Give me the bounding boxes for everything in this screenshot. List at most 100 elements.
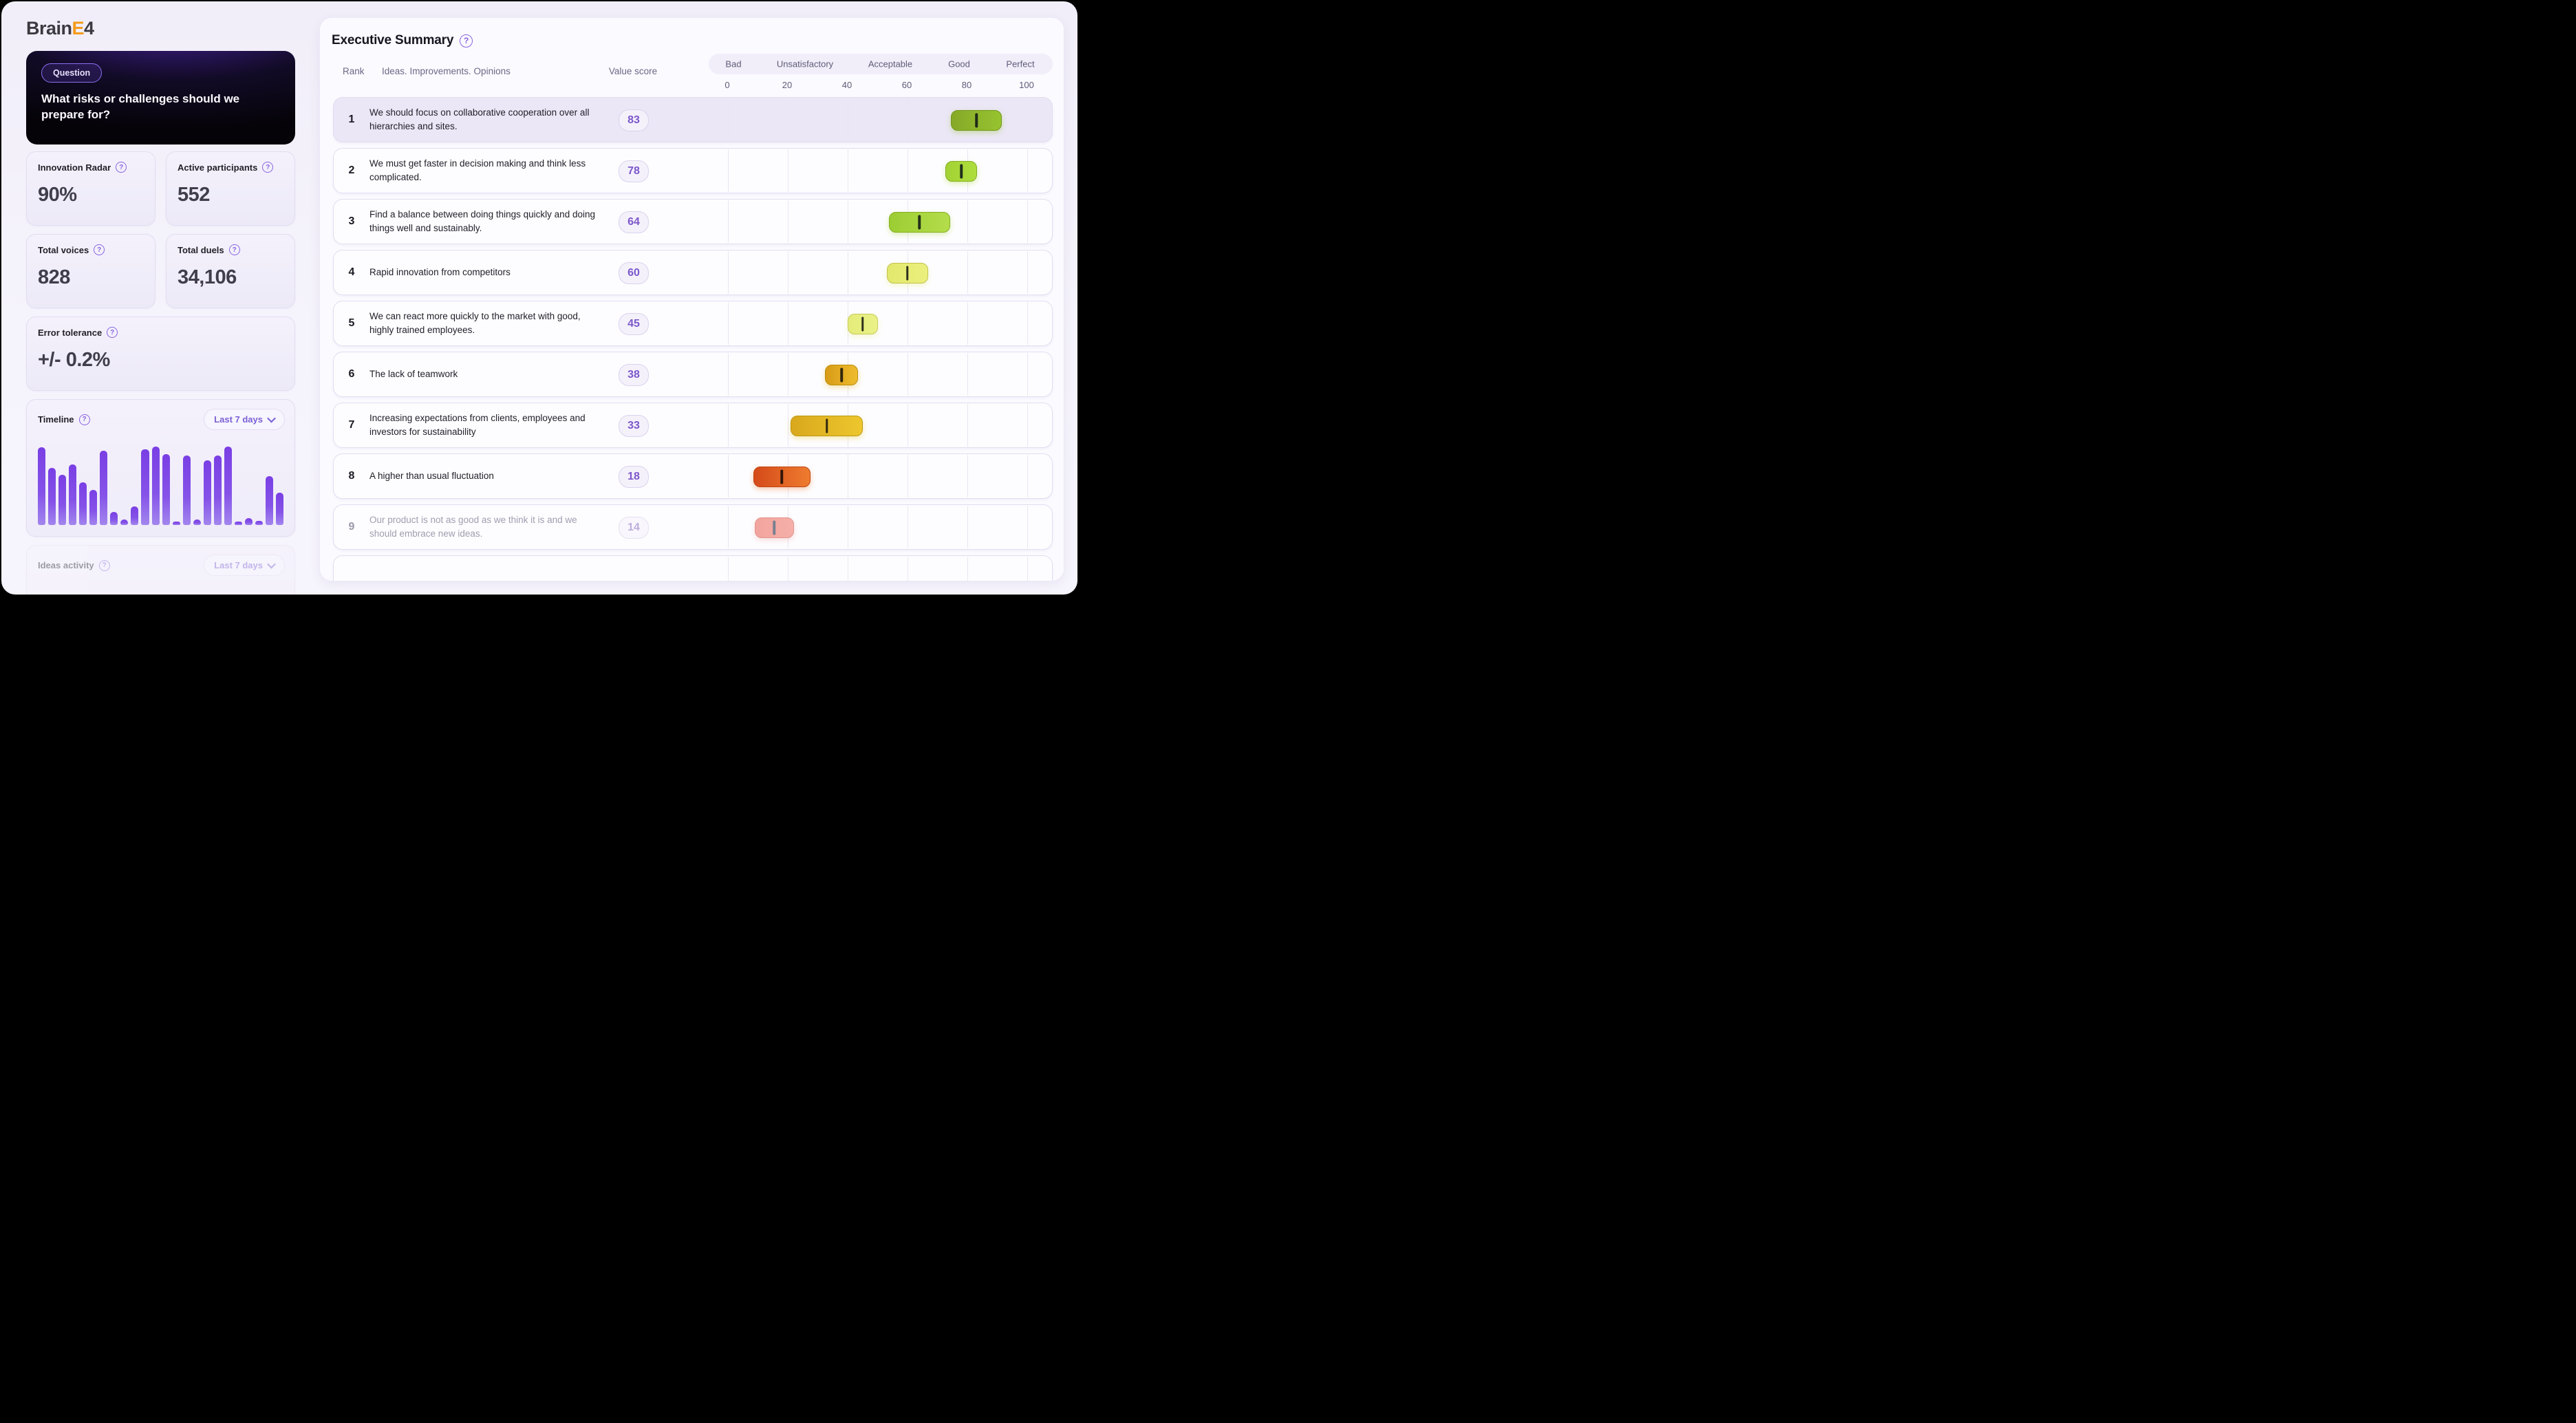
bar (58, 475, 67, 525)
stat-label: Total voices (38, 244, 89, 255)
bar (48, 467, 56, 525)
value-score-badge: 33 (619, 415, 649, 437)
bar (151, 446, 160, 525)
stat-value: 34,106 (178, 266, 237, 288)
bar (193, 520, 201, 525)
scale-label: Good (948, 58, 970, 69)
table-row[interactable]: 4 Rapid innovation from competitors 60 (333, 250, 1053, 295)
table-row[interactable]: 9 Our product is not as good as we think … (333, 504, 1053, 550)
bar (172, 521, 180, 525)
bar (120, 520, 129, 525)
stat-card-total-duels: Total duels ? 34,106 (166, 234, 295, 308)
ideas-activity-range-value: Last 7 days (214, 560, 263, 570)
gridline (967, 302, 968, 345)
row-rank: 3 (348, 215, 355, 227)
scale-header: Bad Unsatisfactory Acceptable Good Perfect (709, 54, 1053, 74)
score-range-pill (755, 517, 794, 538)
column-header-rank: Rank (343, 66, 365, 76)
scale-label: Perfect (1006, 58, 1035, 69)
axis-tick: 80 (961, 80, 972, 90)
table-row[interactable]: 3 Find a balance between doing things qui… (333, 199, 1053, 244)
help-icon[interactable]: ? (262, 162, 274, 173)
stat-label: Innovation Radar (38, 162, 111, 173)
row-idea-text: Our product is not as good as we think i… (369, 515, 577, 539)
row-idea-text: Find a balance between doing things quic… (369, 209, 595, 233)
axis-tick: 40 (841, 80, 852, 90)
value-score-badge: 18 (619, 466, 649, 488)
stat-value: 828 (38, 266, 70, 288)
median-line (825, 418, 828, 434)
row-rank: 4 (348, 266, 355, 278)
stat-value: +/- 0.2% (38, 349, 110, 371)
row-rank (341, 556, 363, 581)
axis-tick: 100 (1019, 80, 1034, 90)
ideas-activity-card: Ideas activity ? Last 7 days (26, 545, 295, 595)
ideas-activity-range-dropdown[interactable]: Last 7 days (204, 555, 285, 576)
axis-tick: 20 (782, 80, 793, 90)
row-rank: 1 (348, 114, 355, 125)
table-row[interactable]: 5 We can react more quickly to the market… (333, 301, 1053, 346)
row-rank: 9 (348, 521, 355, 533)
row-idea-text: A higher than usual fluctuation (369, 471, 494, 482)
stat-label: Total duels (178, 244, 224, 255)
median-line (960, 164, 963, 179)
gridline (1027, 251, 1028, 294)
help-icon[interactable]: ? (98, 559, 110, 571)
stat-card-total-voices: Total voices ? 828 (26, 234, 155, 308)
row-idea-text: We should focus on collaborative coopera… (369, 107, 590, 131)
table-row[interactable]: 2 We must get faster in decision making a… (333, 148, 1053, 193)
score-range-pill (886, 263, 929, 283)
gridline (1027, 557, 1028, 581)
value-score-badge: 78 (619, 160, 649, 182)
timeline-range-value: Last 7 days (214, 414, 263, 425)
gridline (728, 353, 729, 396)
median-line (840, 367, 844, 383)
help-icon[interactable]: ? (228, 244, 240, 255)
table-row[interactable]: 1 We should focus on collaborative cooper… (333, 97, 1053, 142)
gridline (728, 455, 729, 497)
score-range-pill (945, 161, 978, 182)
value-score-badge: 83 (619, 109, 649, 131)
row-idea-text: We must get faster in decision making an… (369, 158, 586, 182)
table-row[interactable]: 8 A higher than usual fluctuation 18 (333, 453, 1053, 499)
bar (266, 475, 274, 525)
gridline (728, 557, 729, 581)
gridline (967, 455, 968, 497)
median-line (906, 266, 909, 281)
table-row[interactable] (333, 555, 1053, 581)
help-icon[interactable]: ? (107, 327, 118, 338)
row-idea-text: Increasing expectations from clients, em… (369, 413, 586, 437)
timeline-range-dropdown[interactable]: Last 7 days (204, 409, 285, 430)
stat-value: 90% (38, 184, 77, 206)
gridline (967, 506, 968, 548)
brand-prefix: Brain (26, 18, 72, 39)
gridline (1027, 200, 1028, 243)
score-range-pill (888, 212, 950, 233)
value-score-badge: 45 (619, 313, 649, 335)
stat-label: Error tolerance (38, 327, 103, 338)
table-row[interactable]: 7 Increasing expectations from clients, e… (333, 403, 1053, 448)
value-score-badge: 60 (619, 262, 649, 284)
chevron-down-icon (267, 559, 276, 569)
table-row[interactable]: 6 The lack of teamwork 38 (333, 352, 1053, 397)
axis-tick: 0 (724, 80, 730, 90)
help-icon[interactable]: ? (116, 162, 127, 173)
help-icon[interactable]: ? (460, 34, 473, 47)
row-rank: 5 (348, 317, 355, 329)
help-icon[interactable]: ? (94, 244, 105, 255)
question-chip: Question (41, 63, 103, 83)
column-header-ideas: Ideas. Improvements. Opinions (382, 66, 511, 76)
gridline (728, 302, 729, 345)
bar (110, 511, 118, 525)
bar (234, 521, 242, 525)
brand-logo: BrainE4 (26, 18, 94, 39)
score-range-pill (753, 467, 811, 487)
help-icon[interactable]: ? (78, 414, 90, 425)
gridline (1027, 455, 1028, 497)
row-rank: 7 (348, 419, 355, 431)
app-window: BrainE4 Question What risks or challenge… (1, 1, 1077, 595)
gridline (728, 200, 729, 243)
value-score-badge: 38 (619, 364, 649, 386)
timeline-bar-chart (38, 436, 284, 525)
value-score-badge: 64 (619, 211, 649, 233)
